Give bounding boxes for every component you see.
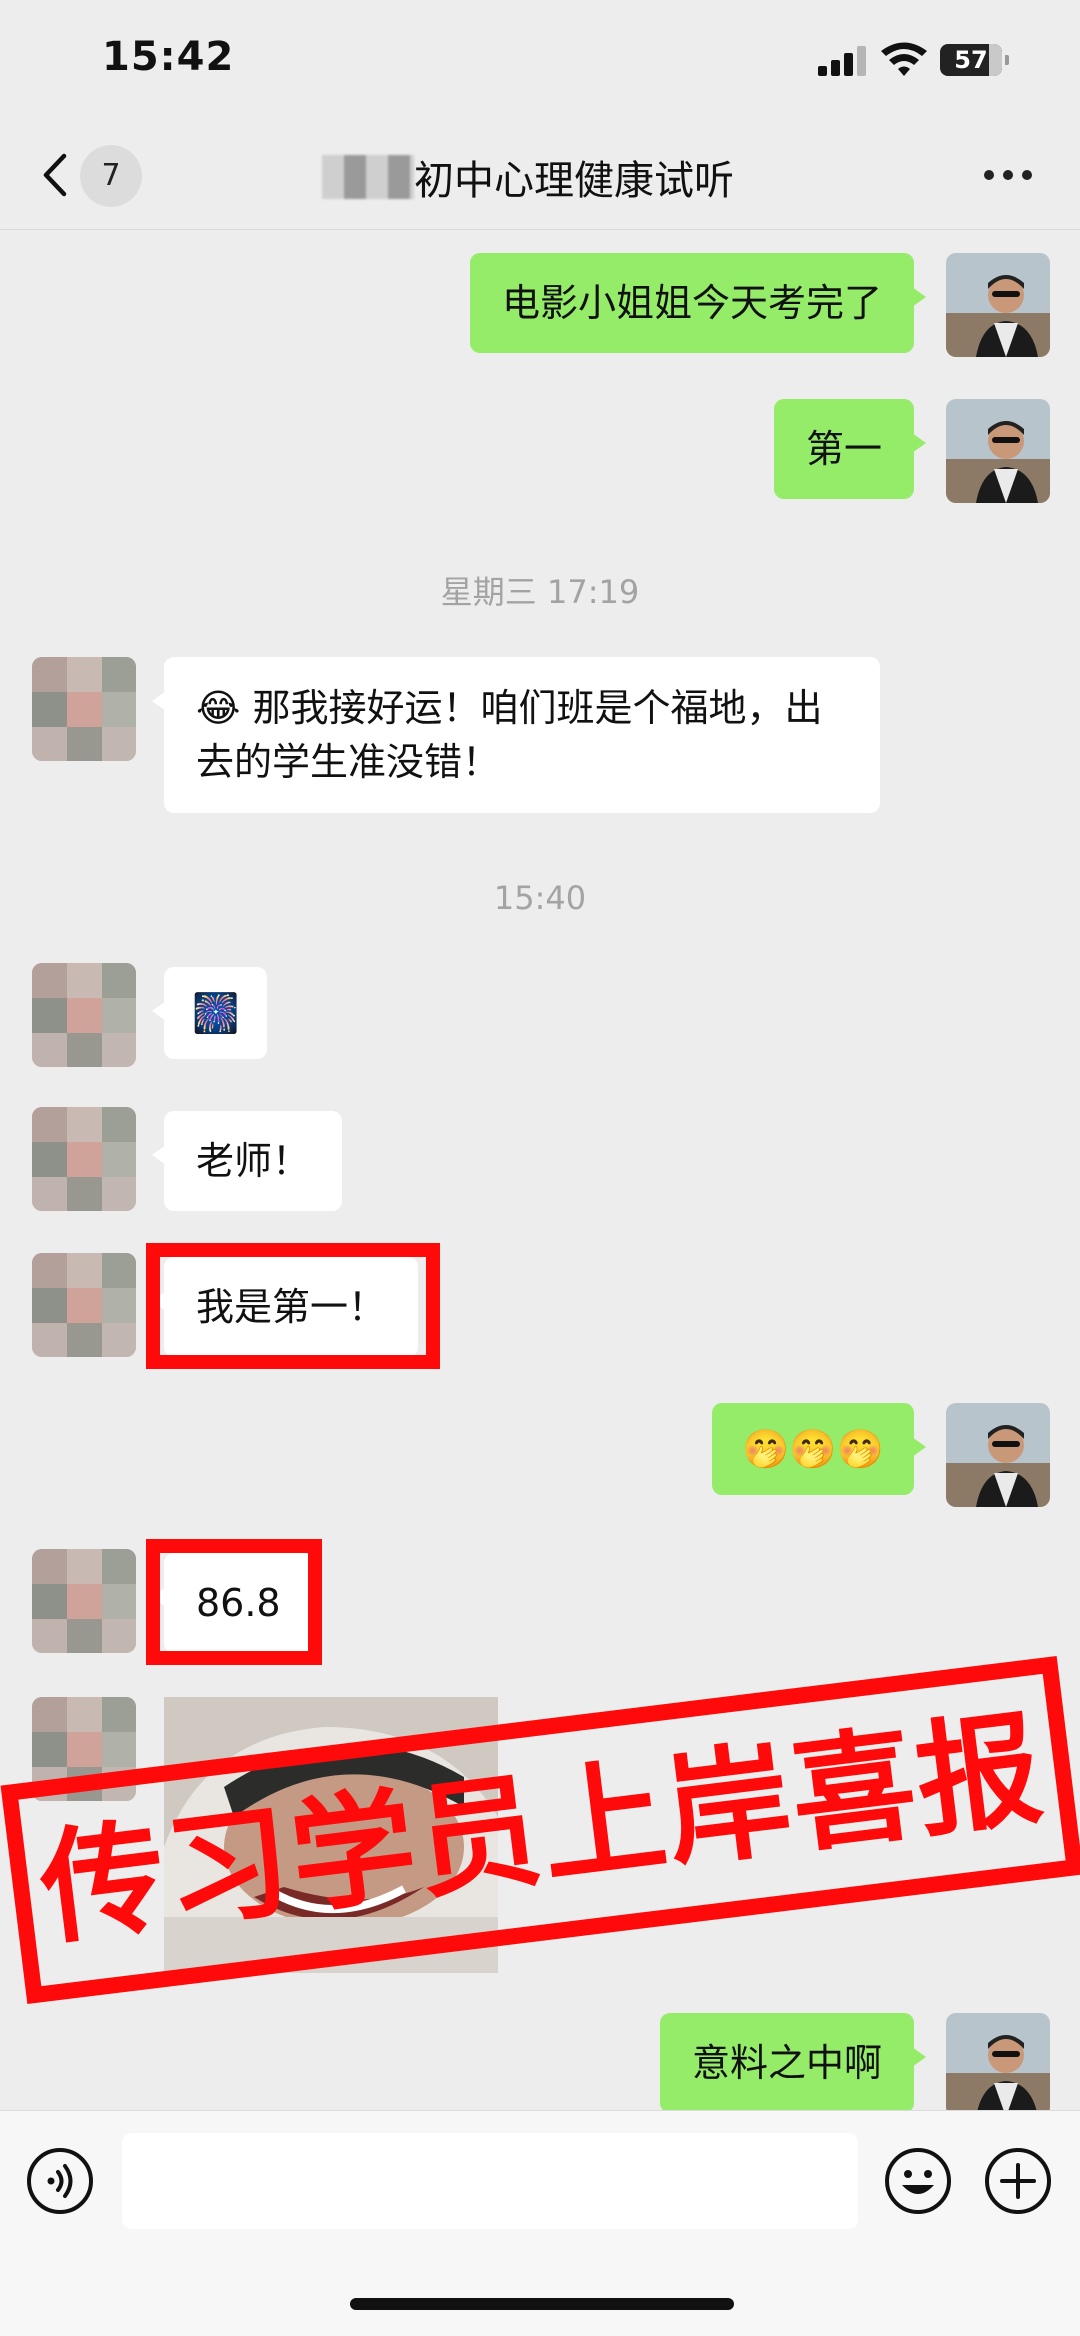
my-avatar[interactable] bbox=[946, 2013, 1050, 2111]
my-avatar[interactable] bbox=[946, 399, 1050, 503]
cellular-signal-icon bbox=[818, 44, 866, 76]
message-timestamp: 15:40 bbox=[493, 879, 587, 917]
message-text: 意料之中啊 bbox=[691, 2041, 882, 2085]
message-bubble-outgoing[interactable]: 意料之中啊 bbox=[659, 2013, 927, 2111]
message-bubble-outgoing[interactable]: 电影小姐姐今天考完了 bbox=[469, 253, 927, 353]
contact-avatar[interactable] bbox=[32, 1107, 136, 1211]
status-bar: 15:42 57 bbox=[0, 0, 1080, 120]
battery-icon: 57 bbox=[940, 44, 1009, 76]
contact-avatar[interactable] bbox=[32, 963, 136, 1067]
battery-level: 57 bbox=[954, 46, 988, 74]
plus-icon[interactable] bbox=[984, 2147, 1052, 2215]
hand-over-mouth-emoji-icon: 🤭🤭🤭 bbox=[742, 1427, 884, 1471]
message-input[interactable] bbox=[122, 2133, 858, 2229]
message-text: 那我接好运！咱们班是个福地，出去的学生准没错！ bbox=[196, 686, 823, 784]
message-bubble-incoming[interactable]: 😂 那我接好运！咱们班是个福地，出去的学生准没错！ bbox=[152, 657, 880, 813]
voice-icon[interactable] bbox=[26, 2147, 94, 2215]
message-text: 电影小姐姐今天考完了 bbox=[501, 281, 882, 325]
message-text: 第一 bbox=[805, 427, 882, 471]
my-avatar[interactable] bbox=[946, 253, 1050, 357]
message-bubble-outgoing[interactable]: 第一 bbox=[773, 399, 927, 499]
my-avatar[interactable] bbox=[946, 1403, 1050, 1507]
contact-avatar[interactable] bbox=[32, 1253, 136, 1357]
chevron-left-icon[interactable] bbox=[36, 150, 76, 200]
chat-header: 7 初中心理健康试听 bbox=[0, 120, 1080, 230]
highlight-box bbox=[146, 1539, 322, 1665]
message-text: 老师！ bbox=[196, 1139, 311, 1183]
laughing-emoji-icon: 😂 bbox=[196, 686, 241, 730]
title-blurred-segment bbox=[322, 155, 414, 199]
emoji-face-icon[interactable] bbox=[884, 2147, 952, 2215]
wifi-icon bbox=[881, 42, 927, 76]
more-dots-icon[interactable] bbox=[984, 168, 1034, 182]
home-indicator[interactable] bbox=[350, 2298, 734, 2310]
message-bubble-outgoing[interactable]: 🤭🤭🤭 bbox=[712, 1403, 926, 1495]
message-bubble-incoming[interactable]: 老师！ bbox=[151, 1111, 343, 1211]
unread-count-badge[interactable]: 7 bbox=[80, 145, 142, 207]
contact-avatar[interactable] bbox=[32, 657, 136, 761]
contact-avatar[interactable] bbox=[32, 1549, 136, 1653]
chat-title: 初中心理健康试听 bbox=[414, 158, 734, 204]
message-bubble-incoming[interactable]: 🎆 bbox=[151, 967, 268, 1059]
status-time: 15:42 bbox=[102, 34, 235, 80]
highlight-box bbox=[146, 1243, 440, 1369]
message-timestamp: 星期三 17:19 bbox=[440, 573, 640, 611]
fireworks-emoji-icon: 🎆 bbox=[192, 991, 240, 1035]
